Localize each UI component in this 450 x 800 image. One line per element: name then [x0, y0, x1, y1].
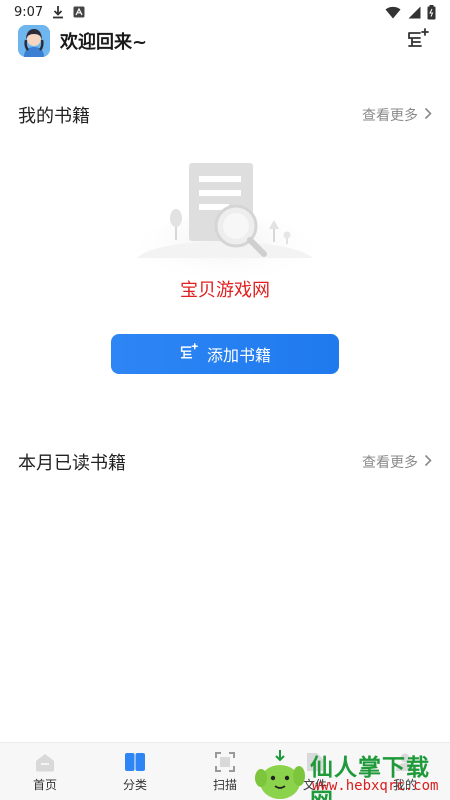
- book-icon: [124, 751, 146, 773]
- add-book-icon: [179, 343, 199, 365]
- status-time: 9:07: [14, 4, 44, 20]
- nav-label: 分类: [122, 777, 147, 792]
- home-icon: [34, 751, 56, 773]
- site-watermark: 仙人掌下载网 www.hebxqrc.com: [250, 748, 450, 800]
- add-book-header-button[interactable]: [404, 27, 432, 55]
- avatar[interactable]: [18, 25, 50, 57]
- nav-label: 首页: [32, 777, 57, 792]
- add-books-label: 添加书籍: [206, 346, 271, 365]
- nav-item-home[interactable]: 首页: [0, 743, 90, 800]
- wifi-icon: [385, 6, 401, 19]
- app-header: 欢迎回来~: [0, 24, 450, 58]
- add-book-icon: [406, 28, 430, 54]
- watermark-url: www.hebxqrc.com: [312, 778, 439, 794]
- see-more-label: 查看更多: [362, 108, 418, 124]
- welcome-text: 欢迎回来~: [60, 32, 148, 53]
- app-notification-icon: [73, 6, 85, 18]
- monthly-read-title: 本月已读书籍: [18, 453, 126, 474]
- chevron-right-icon: [424, 454, 432, 471]
- my-books-header: 我的书籍 查看更多: [0, 100, 450, 130]
- battery-icon: [427, 4, 436, 20]
- monthly-read-see-more[interactable]: 查看更多: [362, 452, 432, 472]
- chevron-right-icon: [424, 107, 432, 124]
- see-more-label: 查看更多: [362, 455, 418, 471]
- signal-icon: [407, 6, 421, 19]
- my-books-title: 我的书籍: [18, 106, 90, 127]
- add-books-button[interactable]: 添加书籍: [111, 334, 339, 374]
- my-books-see-more[interactable]: 查看更多: [362, 105, 432, 125]
- status-bar: 9:07: [0, 0, 450, 24]
- monthly-read-header: 本月已读书籍 查看更多: [0, 447, 450, 477]
- nav-label: 扫描: [212, 777, 237, 792]
- scan-icon: [214, 751, 236, 773]
- download-icon: [52, 5, 64, 19]
- nav-item-category[interactable]: 分类: [90, 743, 180, 800]
- cactus-logo-icon: [255, 750, 305, 799]
- empty-state-watermark: 宝贝游戏网: [180, 280, 270, 301]
